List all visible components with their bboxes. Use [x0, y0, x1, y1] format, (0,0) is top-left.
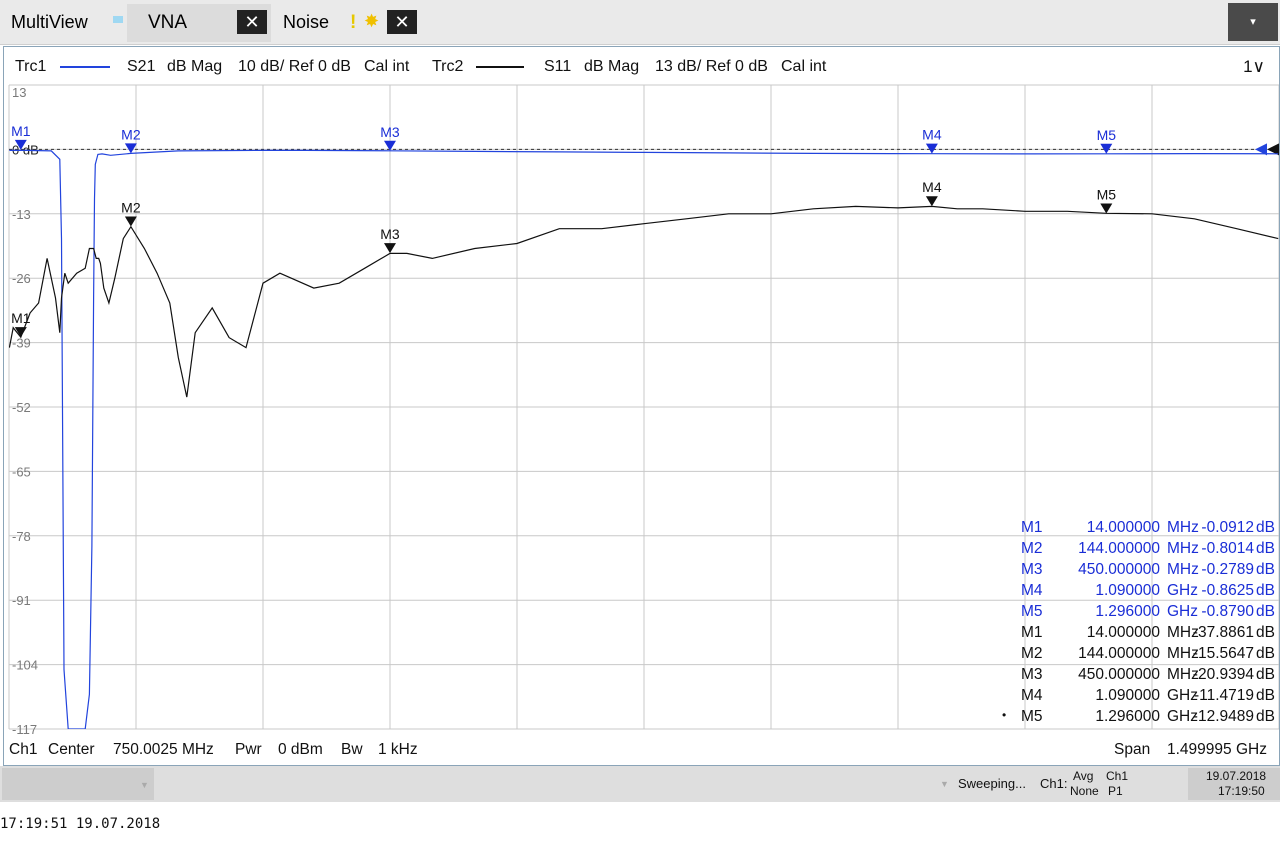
pwr-value[interactable]: 0 dBm — [278, 741, 323, 759]
channel-name[interactable]: Ch1 — [9, 741, 37, 759]
marker-value: -0.0912 — [1201, 519, 1254, 536]
vna-close-button[interactable]: ✕ — [237, 10, 267, 34]
marker-row[interactable]: M4 1.090000 GHz -11.4719 dB — [984, 687, 1275, 707]
status-datetime: 19.07.2018 17:19:50 — [1188, 768, 1280, 800]
marker-vunit: dB — [1256, 519, 1275, 536]
marker-row[interactable]: M4 1.090000 GHz -0.8625 dB — [984, 582, 1275, 602]
avg-value: None — [1070, 784, 1099, 798]
marker-trc2-label: M3 — [380, 226, 400, 242]
marker-value: -0.2789 — [1201, 561, 1254, 578]
marker-trc2-label: M1 — [11, 310, 31, 326]
tab-noise[interactable]: Noise — [283, 12, 329, 33]
chevron-down-icon: ▼ — [940, 779, 949, 789]
bw-value[interactable]: 1 kHz — [378, 741, 418, 759]
span-label: Span — [1114, 741, 1151, 758]
marker-row[interactable]: M2 144.000000 MHz -0.8014 dB — [984, 540, 1275, 560]
marker-value: -37.8861 — [1192, 624, 1254, 641]
screenshot-timestamp: 17:19:51 19.07.2018 — [0, 816, 161, 832]
marker-trc1-label: M3 — [380, 124, 400, 140]
y-tick-label: -26 — [12, 271, 31, 286]
marker-trc1-m2 — [124, 143, 137, 154]
tab-bar: MultiView VNA ✕ Noise ! ✸ ✕ ▾ — [0, 0, 1280, 45]
marker-value: -0.8625 — [1201, 582, 1254, 599]
channel-info: Ch1 Center 750.0025 MHz Pwr 0 dBm Bw 1 k… — [4, 737, 1279, 763]
star-icon: ✸ — [364, 11, 380, 31]
multiview-indicator-icon — [113, 16, 123, 23]
status-date: 19.07.2018 — [1206, 769, 1267, 783]
marker-vunit: dB — [1256, 561, 1275, 578]
marker-row[interactable]: M1 14.000000 MHz -0.0912 dB — [984, 519, 1275, 539]
sweep-status: Sweeping... — [958, 776, 1026, 791]
marker-row[interactable]: M3 450.000000 MHz -0.2789 dB — [984, 561, 1275, 581]
marker-row[interactable]: M5 1.296000 GHz -0.8790 dB — [984, 603, 1275, 623]
tab-dropdown-button[interactable]: ▾ — [1228, 3, 1278, 41]
marker-row[interactable]: M3 450.000000 MHz -20.9394 dB — [984, 666, 1275, 686]
chevron-down-icon: ▾ — [1250, 16, 1256, 28]
marker-vunit: dB — [1256, 645, 1275, 662]
marker-row[interactable]: M2 144.000000 MHz -15.5647 dB — [984, 645, 1275, 665]
pwr-label: Pwr — [235, 741, 262, 758]
marker-value: -15.5647 — [1192, 645, 1254, 662]
status-left-panel[interactable]: ▼ — [2, 768, 154, 800]
y-tick-label: -52 — [12, 400, 31, 415]
marker-value: -0.8790 — [1201, 603, 1254, 620]
y-tick-label: -91 — [12, 593, 31, 608]
marker-value: -12.9489 — [1192, 708, 1254, 725]
marker-row[interactable]: M1 14.000000 MHz -37.8861 dB — [984, 624, 1275, 644]
tab-vna[interactable]: VNA — [148, 12, 187, 34]
y-tick-label: -104 — [12, 658, 38, 673]
center-value[interactable]: 750.0025 MHz — [113, 741, 214, 759]
y-tick-label: -117 — [12, 722, 37, 737]
marker-trc1-m4 — [925, 143, 938, 154]
marker-trc2-label: M2 — [121, 200, 141, 216]
y-tick-label: -39 — [12, 336, 31, 351]
marker-trc1-label: M5 — [1097, 127, 1117, 143]
marker-trc2-label: M4 — [922, 179, 942, 195]
y-tick-label: -78 — [12, 529, 31, 544]
noise-close-button[interactable]: ✕ — [387, 10, 417, 34]
marker-trc2-m3 — [383, 243, 396, 254]
status-bar: ▼ ▼ Sweeping... Ch1: Avg None Ch1 P1 19.… — [0, 766, 1280, 802]
marker-row[interactable]: • M5 1.296000 GHz -12.9489 dB — [984, 708, 1275, 728]
marker-trc1-label: M2 — [121, 126, 141, 142]
marker-vunit: dB — [1256, 603, 1275, 620]
ch-label: Ch1 — [1106, 769, 1129, 783]
marker-vunit: dB — [1256, 687, 1275, 704]
warning-icon: ! — [350, 12, 357, 33]
tab-multiview[interactable]: MultiView — [11, 12, 88, 33]
status-channel: Ch1: — [1040, 776, 1068, 791]
y-tick-label: -13 — [12, 207, 31, 222]
marker-trc1-label: M1 — [11, 123, 31, 139]
marker-trc2-m5 — [1100, 203, 1113, 214]
ch-value: P1 — [1108, 784, 1123, 798]
close-icon: ✕ — [394, 12, 410, 32]
avg-label: Avg — [1073, 769, 1094, 783]
marker-value: -11.4719 — [1193, 687, 1254, 704]
marker-vunit: dB — [1256, 708, 1275, 725]
marker-vunit: dB — [1256, 582, 1275, 599]
marker-value: -20.9394 — [1192, 666, 1254, 683]
marker-vunit: dB — [1256, 624, 1275, 641]
marker-trc1-label: M4 — [922, 127, 942, 143]
marker-trc1-m5 — [1100, 143, 1113, 154]
marker-trc2-label: M5 — [1097, 187, 1117, 203]
y-tick-label: 13 — [12, 85, 26, 100]
marker-value: -0.8014 — [1201, 540, 1254, 557]
center-label: Center — [48, 741, 95, 758]
marker-vunit: dB — [1256, 540, 1275, 557]
marker-trc2-m2 — [124, 216, 137, 227]
bw-label: Bw — [341, 741, 363, 758]
status-time: 17:19:50 — [1218, 784, 1265, 798]
close-icon: ✕ — [244, 12, 260, 32]
span-value[interactable]: 1.499995 GHz — [1167, 741, 1267, 759]
chevron-down-icon: ▼ — [140, 780, 149, 790]
diagram-window[interactable]: Trc1 S21 dB Mag 10 dB/ Ref 0 dB Cal int … — [3, 46, 1280, 766]
y-tick-label: -65 — [12, 464, 31, 479]
marker-vunit: dB — [1256, 666, 1275, 683]
marker-trc2-m4 — [925, 196, 938, 207]
